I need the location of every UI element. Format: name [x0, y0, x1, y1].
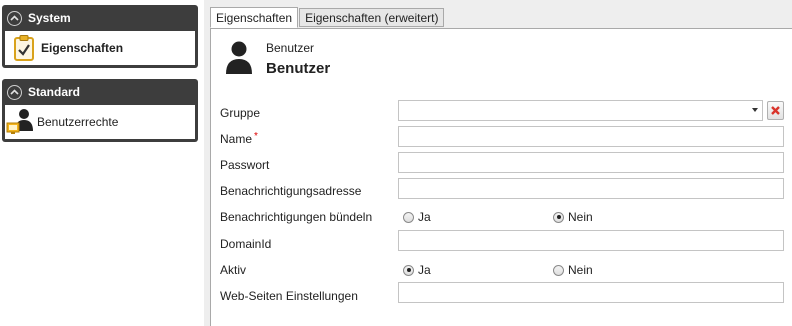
- close-icon: [771, 104, 780, 118]
- chevron-up-icon[interactable]: [7, 10, 22, 26]
- properties-panel: Benutzer Benutzer Gruppe Name * Passwort …: [210, 28, 792, 326]
- web-einstellungen-field[interactable]: [398, 282, 784, 303]
- radio-label: Ja: [418, 263, 431, 277]
- entity-type-label: Benutzer: [266, 41, 315, 55]
- sidebar-group-standard-header[interactable]: Standard: [2, 79, 198, 105]
- sidebar-item-eigenschaften[interactable]: Eigenschaften: [5, 31, 195, 65]
- aktiv-nein-radio[interactable]: Nein: [553, 263, 593, 277]
- main-area: Eigenschaften Eigenschaften (erweitert) …: [204, 0, 792, 326]
- passwort-field[interactable]: [398, 152, 784, 173]
- clear-gruppe-button[interactable]: [767, 101, 784, 120]
- radio-circle[interactable]: [553, 211, 564, 223]
- sidebar-group-system: System Eigenschaften: [2, 5, 198, 68]
- tab-eigenschaften[interactable]: Eigenschaften: [210, 7, 299, 28]
- sidebar-group-standard: Standard Benutzerrechte: [2, 79, 198, 142]
- required-marker: *: [254, 131, 258, 142]
- buendeln-label: Benachrichtigungen bündeln: [220, 210, 373, 224]
- domainid-field[interactable]: [398, 230, 784, 251]
- radio-label: Nein: [568, 263, 593, 277]
- benachrichtigungsadresse-label: Benachrichtigungsadresse: [220, 184, 362, 198]
- passwort-label: Passwort: [220, 158, 270, 172]
- tab-eigenschaften-erweitert[interactable]: Eigenschaften (erweitert): [299, 8, 445, 27]
- sidebar-group-system-title: System: [28, 11, 71, 25]
- clipboard-check-icon: [9, 33, 39, 63]
- sidebar: System Eigenschaften Standard Benutzerre…: [0, 0, 200, 326]
- tab-strip: Eigenschaften Eigenschaften (erweitert): [210, 7, 445, 28]
- dropdown-arrow-icon[interactable]: [752, 108, 758, 112]
- chevron-up-icon[interactable]: [7, 84, 22, 100]
- sidebar-group-standard-title: Standard: [28, 85, 81, 99]
- benachrichtigungsadresse-field[interactable]: [398, 178, 784, 199]
- sidebar-group-system-body: Eigenschaften: [5, 31, 195, 65]
- sidebar-group-standard-body: Benutzerrechte: [5, 105, 195, 139]
- sidebar-item-label: Benutzerrechte: [37, 115, 119, 129]
- name-label-text: Name: [220, 132, 253, 146]
- page-title: Benutzer: [266, 60, 331, 77]
- radio-label: Ja: [418, 210, 431, 224]
- domainid-label: DomainId: [220, 237, 272, 251]
- sidebar-item-benutzerrechte[interactable]: Benutzerrechte: [5, 105, 195, 139]
- radio-label: Nein: [568, 210, 593, 224]
- buendeln-ja-radio[interactable]: Ja: [403, 210, 431, 224]
- gruppe-label: Gruppe: [220, 106, 261, 120]
- aktiv-ja-radio[interactable]: Ja: [403, 263, 431, 277]
- aktiv-label: Aktiv: [220, 263, 247, 277]
- user-monitor-icon: [5, 107, 35, 137]
- web-einstellungen-label: Web-Seiten Einstellungen: [220, 289, 358, 303]
- user-icon: [225, 41, 253, 78]
- sidebar-item-label: Eigenschaften: [41, 41, 124, 55]
- name-label: Name *: [220, 131, 258, 146]
- radio-circle[interactable]: [403, 264, 414, 276]
- name-field[interactable]: [398, 126, 784, 147]
- radio-circle[interactable]: [403, 211, 414, 223]
- gruppe-select[interactable]: [398, 100, 763, 121]
- sidebar-group-system-header[interactable]: System: [2, 5, 198, 31]
- radio-circle[interactable]: [553, 264, 564, 276]
- buendeln-nein-radio[interactable]: Nein: [553, 210, 593, 224]
